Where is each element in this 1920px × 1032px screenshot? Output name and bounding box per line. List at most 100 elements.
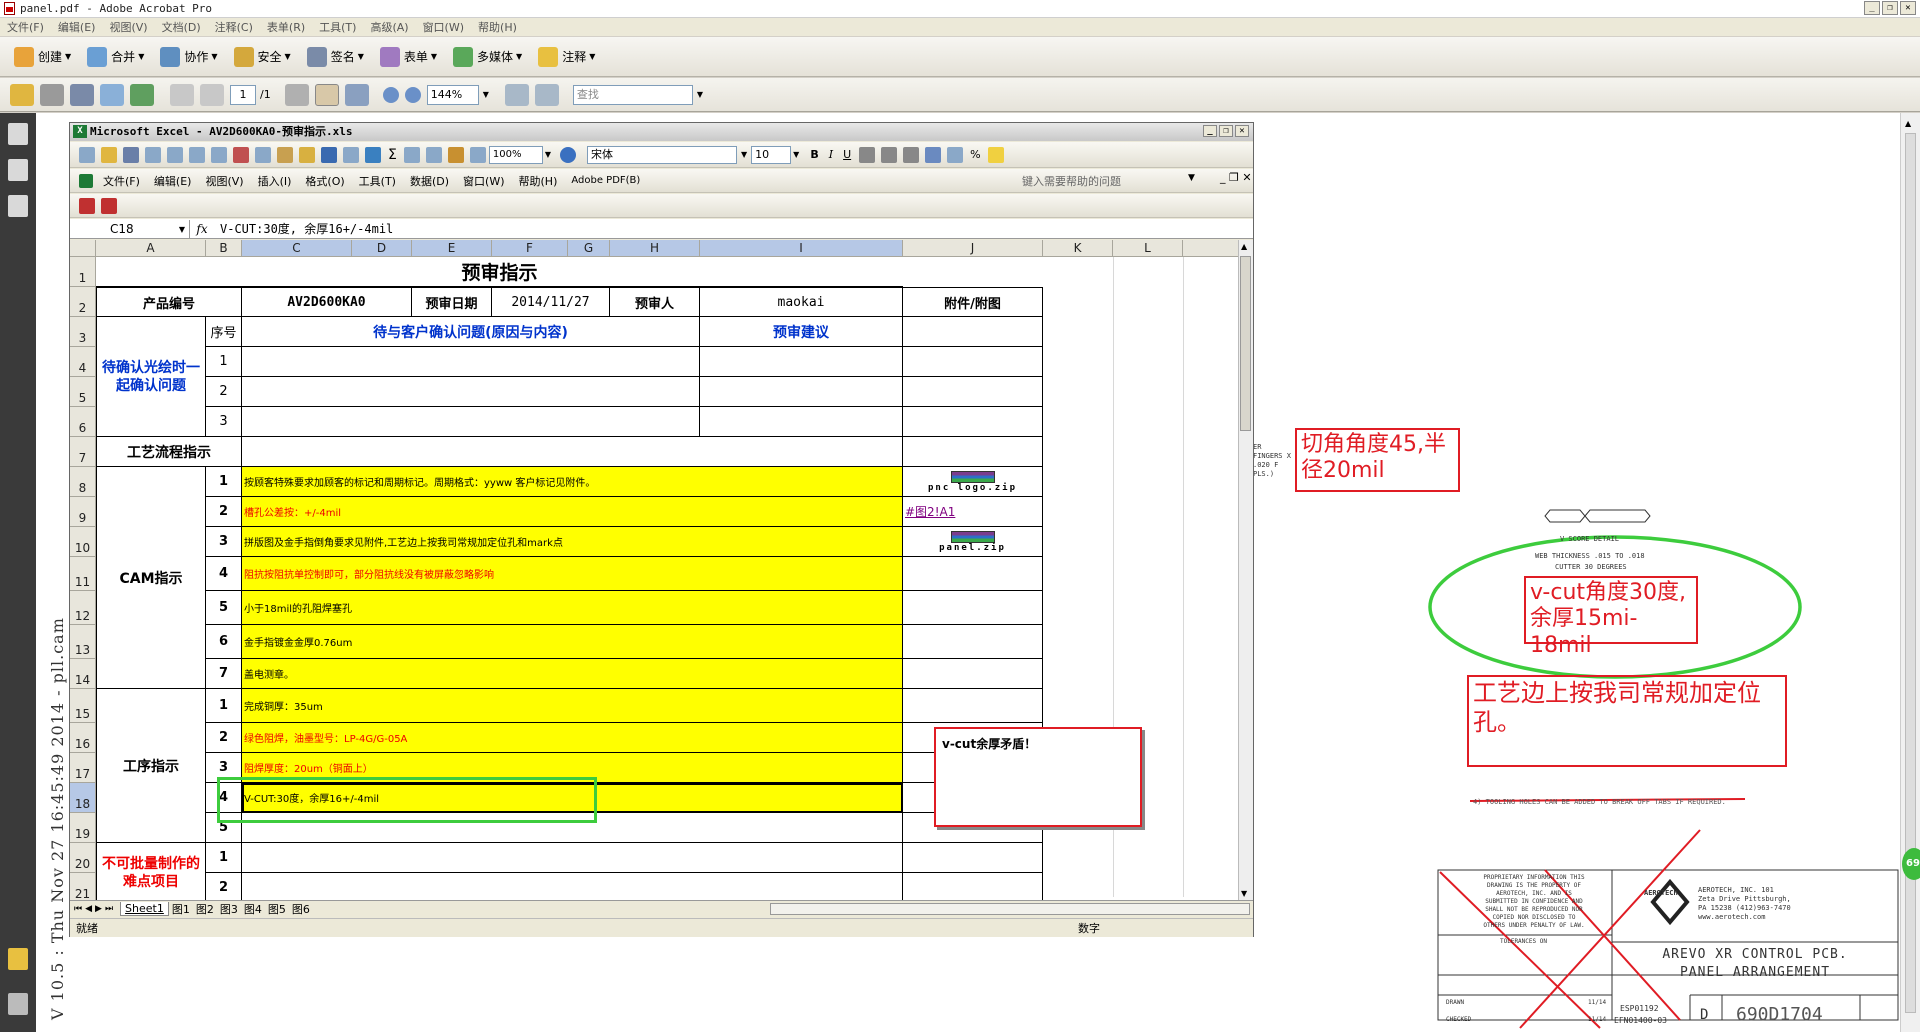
xmenu-file[interactable]: 文件(F) — [103, 173, 140, 189]
reviewer-value[interactable]: maokai — [700, 287, 903, 317]
attach-cell-4[interactable] — [903, 347, 1043, 377]
col-header-e[interactable]: E — [412, 240, 492, 257]
minimize-button[interactable]: _ — [1864, 1, 1880, 15]
search-input[interactable]: 查找 — [572, 84, 693, 105]
hard-seq-1[interactable]: 1 — [206, 843, 242, 873]
attach-cell-15[interactable] — [903, 689, 1043, 723]
size-dropdown-icon[interactable]: ▼ — [793, 150, 799, 159]
col-header-m[interactable] — [1183, 240, 1238, 257]
tab-fig6[interactable]: 图6 — [289, 901, 313, 917]
menu-advanced[interactable]: 高级(A) — [363, 19, 415, 35]
underline-button[interactable]: U — [843, 148, 851, 161]
seq-1[interactable]: 1 — [206, 347, 242, 377]
help-question-input[interactable]: 键入需要帮助的问题 — [1022, 173, 1192, 189]
cam-6[interactable]: 金手指镀金金厚0.76um — [242, 625, 903, 659]
seq-2[interactable]: 2 — [206, 377, 242, 407]
xmenu-format[interactable]: 格式(O) — [305, 173, 344, 189]
xmenu-data[interactable]: 数据(D) — [410, 173, 449, 189]
annotation-vcut[interactable]: v-cut角度30度,余厚15mi-18mil — [1524, 576, 1698, 658]
formula-input[interactable]: V-CUT:30度, 余厚16+/-4mil — [214, 220, 393, 237]
name-box[interactable]: C18 — [70, 219, 190, 239]
flow-cell[interactable] — [242, 437, 903, 467]
col-header-c[interactable]: C — [242, 240, 352, 257]
cam-seq-5[interactable]: 5 — [206, 591, 242, 625]
tab-sheet1[interactable]: Sheet1 — [120, 902, 169, 916]
hard-seq-2[interactable]: 2 — [206, 873, 242, 900]
tab-fig1[interactable]: 图1 — [169, 901, 193, 917]
paste-icon[interactable] — [277, 146, 293, 163]
menu-view[interactable]: 视图(V) — [102, 19, 154, 35]
comment-button[interactable]: 注释 ▼ — [532, 43, 601, 71]
page-number-input[interactable]: 1 — [230, 84, 256, 105]
row-header-11[interactable]: 11 — [70, 557, 96, 591]
row-header-13[interactable]: 13 — [70, 625, 96, 659]
select-cursor-icon[interactable] — [284, 83, 309, 106]
document-scrollbar[interactable]: ▲ — [1900, 113, 1920, 1032]
advice-cell-1[interactable] — [700, 347, 903, 377]
align-left-icon[interactable] — [859, 146, 876, 163]
scroll-up-icon[interactable]: ▲ — [1905, 119, 1911, 128]
tab-fig4[interactable]: 图4 — [241, 901, 265, 917]
font-dropdown-icon[interactable]: ▼ — [741, 150, 747, 159]
next-page-icon[interactable] — [200, 83, 224, 106]
proc-1[interactable]: 完成铜厚：35um — [242, 689, 903, 723]
excel-scroll-up-icon[interactable]: ▲ — [1241, 242, 1247, 251]
cell-comment[interactable]: v-cut余厚矛盾！ — [934, 727, 1142, 827]
confirm-label[interactable]: 待确认光绘时一起确认问题 — [96, 317, 206, 437]
col-header-j[interactable]: J — [903, 240, 1043, 257]
seq-3[interactable]: 3 — [206, 407, 242, 437]
collaborate-button[interactable]: 协作 ▼ — [154, 43, 223, 71]
row-header-21[interactable]: 21 — [70, 873, 96, 900]
attach-cell-11[interactable] — [903, 557, 1043, 591]
row-header-14[interactable]: 14 — [70, 659, 96, 689]
reviewer-label[interactable]: 预审人 — [610, 287, 700, 317]
save-icon[interactable] — [70, 83, 94, 106]
hard-cell-1[interactable] — [242, 843, 903, 873]
product-value[interactable]: AV2D600KA0 — [242, 287, 412, 317]
proc-seq-1[interactable]: 1 — [206, 689, 242, 723]
row-header-2[interactable]: 2 — [70, 287, 96, 317]
excel-minimize-button[interactable]: _ — [1203, 125, 1217, 137]
cam-7[interactable]: 盖电测章。 — [242, 659, 903, 689]
row-header-9[interactable]: 9 — [70, 497, 96, 527]
issue-cell-2[interactable] — [242, 377, 700, 407]
pages-panel-icon[interactable] — [8, 123, 28, 145]
zoom-input[interactable]: 144% — [426, 84, 479, 105]
print-icon[interactable] — [167, 146, 183, 163]
horizontal-scrollbar[interactable] — [770, 903, 1250, 915]
format-painter-icon[interactable] — [299, 146, 315, 163]
col-header-f[interactable]: F — [492, 240, 568, 257]
prev-page-icon[interactable] — [170, 83, 194, 106]
forms-button[interactable]: 表单 ▼ — [374, 43, 443, 71]
search-dropdown-icon[interactable]: ▼ — [697, 90, 703, 99]
col-header-a[interactable]: A — [96, 240, 206, 257]
menu-help[interactable]: 帮助(H) — [471, 19, 524, 35]
row-header-5[interactable]: 5 — [70, 377, 96, 407]
create-button[interactable]: 创建 ▼ — [8, 43, 77, 71]
combine-button[interactable]: 合并 ▼ — [81, 43, 150, 71]
row-header-20[interactable]: 20 — [70, 843, 96, 873]
proc-label[interactable]: 工序指示 — [96, 689, 206, 843]
sign-button[interactable]: 签名 ▼ — [301, 43, 370, 71]
hard-cell-2[interactable] — [242, 873, 903, 900]
drawing-icon[interactable] — [469, 146, 486, 163]
excel-scroll-thumb[interactable] — [1240, 256, 1251, 431]
cam-seq-7[interactable]: 7 — [206, 659, 242, 689]
col-header-d[interactable]: D — [352, 240, 412, 257]
convert-to-pdf-icon[interactable] — [79, 197, 95, 214]
cam-2[interactable]: 槽孔公差按：+/-4mil — [242, 497, 903, 527]
col-header-b[interactable]: B — [206, 240, 242, 257]
open-icon[interactable] — [10, 83, 34, 106]
row-header-6[interactable]: 6 — [70, 407, 96, 437]
row-header-10[interactable]: 10 — [70, 527, 96, 557]
attach-cell-7[interactable] — [903, 437, 1043, 467]
spreadsheet-grid[interactable]: A B C D E F G H I J K L 1 2 3 4 5 6 7 8 … — [70, 240, 1238, 900]
tab-fig2[interactable]: 图2 — [193, 901, 217, 917]
row-header-3[interactable]: 3 — [70, 317, 96, 347]
annotation-chamfer[interactable]: 切角角度45,半径20mil — [1295, 428, 1460, 492]
attach-cell-13[interactable] — [903, 625, 1043, 659]
convert-and-email-icon[interactable] — [101, 197, 117, 214]
product-label[interactable]: 产品编号 — [96, 287, 242, 317]
select-all-corner[interactable] — [70, 240, 96, 257]
attach-cell-20[interactable] — [903, 843, 1043, 873]
